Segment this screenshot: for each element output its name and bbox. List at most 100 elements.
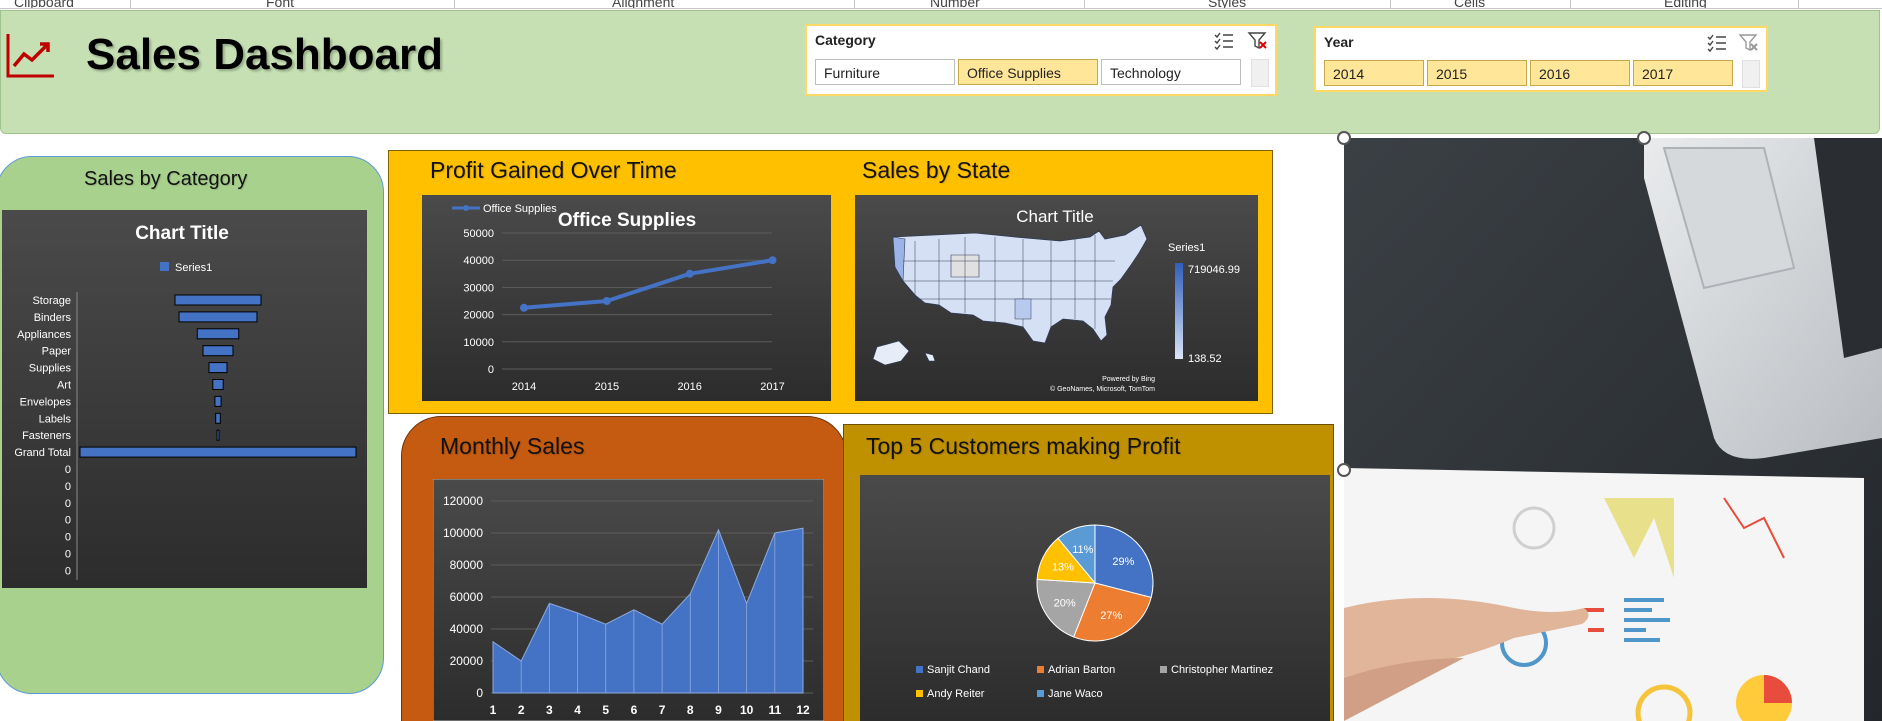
slicer-item-2014[interactable]: 2014 bbox=[1324, 60, 1424, 86]
top-customers-pie-chart[interactable]: 29% 27% 20% 13% 11% Sanjit Chand Adrian Barto… bbox=[860, 475, 1330, 721]
sales-by-category-chart[interactable]: Chart Title Series1 Storage Binders Applia… bbox=[2, 210, 367, 588]
bar-category-label: Paper bbox=[42, 346, 72, 358]
area-x-tick-label: 8 bbox=[687, 703, 694, 717]
bar[interactable] bbox=[208, 362, 228, 374]
map-legend-max: 719046.99 bbox=[1188, 264, 1240, 276]
line-y-tick-label: 50000 bbox=[463, 228, 494, 240]
stock-photo-laptop-charts[interactable] bbox=[1344, 138, 1882, 721]
line-point[interactable] bbox=[602, 297, 611, 305]
bar-category-label: 0 bbox=[65, 498, 71, 510]
ribbon-group-font[interactable]: Font bbox=[266, 0, 294, 8]
bar[interactable] bbox=[202, 345, 234, 357]
bar[interactable] bbox=[196, 328, 240, 340]
map-geo-credit: © GeoNames, Microsoft, TomTom bbox=[1050, 385, 1155, 393]
ribbon-group-cells[interactable]: Cells bbox=[1454, 0, 1485, 8]
area-y-tick-label: 120000 bbox=[443, 494, 483, 508]
selection-handle-middle-left[interactable] bbox=[1337, 463, 1351, 477]
bar-category-label: 0 bbox=[65, 565, 71, 577]
map-bing-credit: Powered by Bing bbox=[1102, 376, 1155, 383]
line-y-tick-label: 10000 bbox=[463, 337, 494, 349]
ribbon-group-alignment[interactable]: Alignment bbox=[612, 0, 674, 8]
bar-category-label: Fasteners bbox=[22, 430, 71, 442]
sales-by-state-map[interactable]: Chart Title Series1 719046.99 138.52 Pow… bbox=[855, 195, 1258, 401]
ribbon-group-editing[interactable]: Editing bbox=[1664, 0, 1707, 8]
map-title: Chart Title bbox=[1016, 207, 1093, 226]
line-x-tick-label: 2016 bbox=[677, 381, 701, 393]
top-customers-title: Top 5 Customers making Profit bbox=[866, 433, 1181, 459]
line-chart-title: Office Supplies bbox=[558, 210, 696, 231]
line-point[interactable] bbox=[685, 269, 694, 278]
bar-category-label: Labels bbox=[39, 413, 72, 425]
pie-legend-label: Sanjit Chand bbox=[927, 664, 990, 676]
bar[interactable] bbox=[215, 412, 221, 424]
pie-legend-label: Adrian Barton bbox=[1048, 664, 1115, 676]
area-y-tick-label: 0 bbox=[476, 686, 483, 700]
line-y-tick-label: 0 bbox=[488, 364, 494, 376]
bar-category-label: Art bbox=[57, 380, 71, 392]
slicer-item-office-supplies[interactable]: Office Supplies bbox=[958, 59, 1098, 85]
line-x-tick-label: 2014 bbox=[512, 381, 536, 393]
line-x-tick-label: 2017 bbox=[760, 381, 784, 393]
bar[interactable] bbox=[178, 311, 258, 323]
bar-category-label: 0 bbox=[65, 549, 71, 561]
monthly-sales-area-chart[interactable]: 0200004000060000800001000001200001 2 3 4 5 6 7… bbox=[433, 479, 824, 721]
pie-data-label: 11% bbox=[1072, 544, 1093, 556]
line-legend-label: Office Supplies bbox=[483, 203, 557, 215]
line-point[interactable] bbox=[520, 303, 528, 312]
legend-swatch bbox=[160, 262, 169, 271]
profit-line-chart[interactable]: Office Supplies Office Supplies 0 10000 20… bbox=[422, 195, 831, 401]
area-x-tick-label: 3 bbox=[546, 703, 553, 717]
area-y-tick-label: 80000 bbox=[450, 558, 484, 572]
pie-legend-label: Andy Reiter bbox=[927, 688, 985, 700]
bar[interactable] bbox=[216, 429, 220, 441]
slicer-scrollbar[interactable] bbox=[1742, 60, 1760, 88]
area-x-tick-label: 11 bbox=[768, 703, 781, 717]
clear-filter-icon[interactable] bbox=[1247, 31, 1269, 51]
pie-data-label: 13% bbox=[1052, 562, 1074, 574]
map-legend-min: 138.52 bbox=[1188, 353, 1222, 365]
bar-category-label: Grand Total bbox=[14, 447, 71, 459]
ribbon-group-clipboard[interactable]: Clipboard bbox=[14, 0, 74, 8]
line-point[interactable] bbox=[768, 256, 777, 265]
bar-category-label: Appliances bbox=[17, 329, 71, 341]
slicer-item-2015[interactable]: 2015 bbox=[1427, 60, 1527, 86]
pie-legend-label: Jane Waco bbox=[1048, 688, 1103, 700]
line-y-tick-label: 20000 bbox=[463, 310, 494, 322]
ribbon-group-styles[interactable]: Styles bbox=[1208, 0, 1246, 8]
pie-legend-swatch bbox=[1037, 690, 1044, 697]
slicer-item-2017[interactable]: 2017 bbox=[1633, 60, 1733, 86]
clear-filter-icon[interactable] bbox=[1738, 33, 1760, 53]
pie-data-label: 27% bbox=[1100, 610, 1122, 622]
pie-legend-label: Christopher Martinez bbox=[1171, 664, 1273, 676]
category-slicer-title: Category bbox=[815, 32, 876, 48]
bar-category-label: 0 bbox=[65, 515, 71, 527]
category-slicer[interactable]: Category Furniture Office Supplies Techn… bbox=[805, 24, 1277, 96]
ribbon-group-number[interactable]: Number bbox=[930, 0, 980, 8]
bar[interactable] bbox=[212, 379, 224, 390]
bar-legend-label: Series1 bbox=[175, 262, 212, 274]
bar[interactable] bbox=[214, 395, 222, 407]
slicer-scrollbar[interactable] bbox=[1251, 59, 1269, 87]
bar-category-label: 0 bbox=[65, 481, 71, 493]
area-x-tick-label: 6 bbox=[631, 703, 638, 717]
year-slicer[interactable]: Year 2014 2015 2016 2017 bbox=[1314, 26, 1768, 92]
bar[interactable] bbox=[174, 294, 262, 306]
multi-select-icon[interactable] bbox=[1706, 33, 1728, 53]
selection-handle-top-middle[interactable] bbox=[1637, 131, 1651, 145]
pie-legend-swatch bbox=[916, 666, 923, 673]
slicer-item-technology[interactable]: Technology bbox=[1101, 59, 1241, 85]
area-y-tick-label: 40000 bbox=[450, 622, 484, 636]
line-y-tick-label: 40000 bbox=[463, 255, 494, 267]
selection-handle-top-left[interactable] bbox=[1337, 131, 1351, 145]
monthly-sales-title: Monthly Sales bbox=[440, 433, 585, 459]
bar-category-label: 0 bbox=[65, 464, 71, 476]
multi-select-icon[interactable] bbox=[1213, 31, 1235, 51]
line-y-tick-label: 30000 bbox=[463, 282, 494, 294]
map-legend-title: Series1 bbox=[1168, 242, 1205, 254]
slicer-item-2016[interactable]: 2016 bbox=[1530, 60, 1630, 86]
slicer-item-furniture[interactable]: Furniture bbox=[815, 59, 955, 85]
bar-category-label: Supplies bbox=[29, 363, 72, 375]
trend-chart-icon bbox=[6, 34, 54, 78]
bar[interactable] bbox=[79, 446, 357, 458]
area-x-tick-label: 7 bbox=[659, 703, 666, 717]
